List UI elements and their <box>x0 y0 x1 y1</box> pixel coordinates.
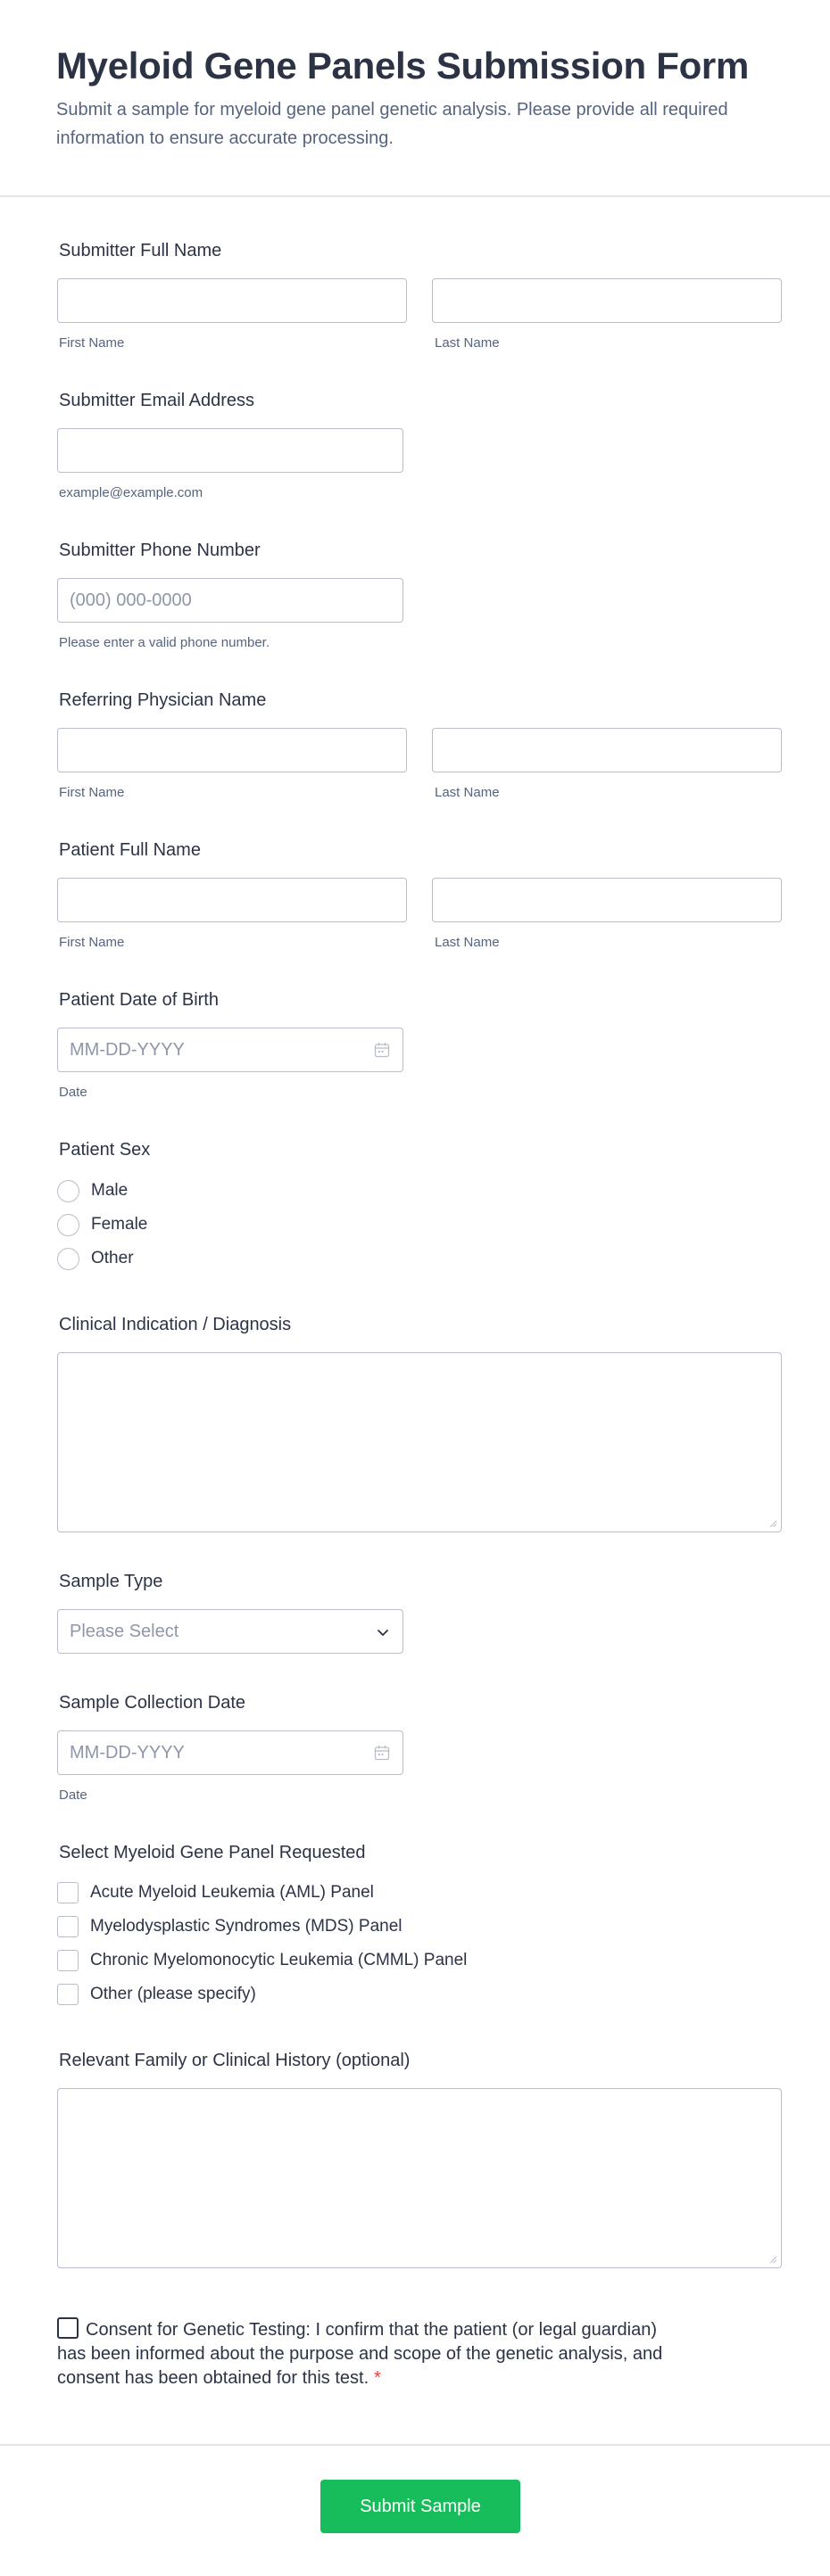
required-mark: * <box>374 2368 381 2388</box>
checkbox-option-label: Other (please specify) <box>90 1985 256 2003</box>
checkbox[interactable] <box>57 1882 79 1903</box>
submitter-first-name-input[interactable] <box>57 278 407 323</box>
patient-last-name-input[interactable] <box>432 878 782 922</box>
consent-text: Consent for Genetic Testing: I confirm t… <box>57 2320 663 2388</box>
checkbox-option-label: Acute Myeloid Leukemia (AML) Panel <box>90 1883 374 1902</box>
sample-type-label: Sample Type <box>59 1572 163 1591</box>
patient-sex-label: Patient Sex <box>59 1140 151 1160</box>
history-textarea[interactable] <box>57 2088 782 2268</box>
resize-handle-icon[interactable] <box>768 1519 777 1528</box>
patient-name-label: Patient Full Name <box>59 840 201 860</box>
collection-date-input[interactable]: MM-DD-YYYY <box>57 1730 403 1775</box>
collection-date-placeholder: MM-DD-YYYY <box>70 1742 185 1763</box>
clinical-indication-label: Clinical Indication / Diagnosis <box>59 1315 292 1334</box>
radio-option-label: Other <box>91 1249 134 1267</box>
checkbox[interactable] <box>57 1950 79 1971</box>
form-header: Myeloid Gene Panels Submission Form Subm… <box>0 0 830 197</box>
patient-dob-sublabel: Date <box>59 1085 87 1100</box>
checkbox-option-mds[interactable]: Myelodysplastic Syndromes (MDS) Panel <box>57 1915 403 1938</box>
chevron-down-icon <box>378 1630 388 1636</box>
radio-option-label: Female <box>91 1215 148 1234</box>
form-footer: Submit Sample <box>0 2444 830 2576</box>
form-page: Myeloid Gene Panels Submission Form Subm… <box>0 0 830 2576</box>
patient-dob-label: Patient Date of Birth <box>59 990 219 1010</box>
consent-field: Consent for Genetic Testing: I confirm t… <box>57 2317 682 2390</box>
checkbox-option-aml[interactable]: Acute Myeloid Leukemia (AML) Panel <box>57 1881 374 1904</box>
patient-first-name-sublabel: First Name <box>59 935 125 950</box>
submitter-email-sublabel: example@example.com <box>59 485 203 500</box>
collection-date-label: Sample Collection Date <box>59 1693 245 1713</box>
calendar-icon[interactable] <box>374 1745 390 1761</box>
patient-dob-input[interactable]: MM-DD-YYYY <box>57 1028 403 1072</box>
submitter-phone-label: Submitter Phone Number <box>59 541 261 560</box>
collection-date-sublabel: Date <box>59 1788 87 1803</box>
radio-option-label: Male <box>91 1181 129 1200</box>
physician-name-label: Referring Physician Name <box>59 690 267 710</box>
physician-last-name-sublabel: Last Name <box>435 785 500 800</box>
submitter-last-name-sublabel: Last Name <box>435 335 500 351</box>
resize-handle-icon[interactable] <box>768 2255 777 2264</box>
checkbox-option-label: Chronic Myelomonocytic Leukemia (CMML) P… <box>90 1951 468 1969</box>
calendar-icon[interactable] <box>374 1042 390 1058</box>
gene-panel-label: Select Myeloid Gene Panel Requested <box>59 1843 366 1862</box>
form-description: Submit a sample for myeloid gene panel g… <box>56 100 728 148</box>
checkbox[interactable] <box>57 1984 79 2005</box>
radio-option-female[interactable]: Female <box>57 1212 147 1237</box>
submitter-last-name-input[interactable] <box>432 278 782 323</box>
radio-button[interactable] <box>57 1213 79 1236</box>
clinical-indication-textarea[interactable] <box>57 1352 782 1532</box>
sample-type-select[interactable]: Please Select <box>57 1609 403 1654</box>
checkbox-option-cmml[interactable]: Chronic Myelomonocytic Leukemia (CMML) P… <box>57 1949 467 1972</box>
checkbox-option-other[interactable]: Other (please specify) <box>57 1983 256 2006</box>
physician-first-name-sublabel: First Name <box>59 785 125 800</box>
radio-button[interactable] <box>57 1247 79 1270</box>
submitter-email-label: Submitter Email Address <box>59 391 254 410</box>
patient-first-name-input[interactable] <box>57 878 407 922</box>
submitter-name-label: Submitter Full Name <box>59 241 222 260</box>
submitter-email-input[interactable] <box>57 428 403 473</box>
radio-option-male[interactable]: Male <box>57 1178 128 1203</box>
history-label: Relevant Family or Clinical History (opt… <box>59 2051 411 2070</box>
submitter-phone-placeholder: (000) 000-0000 <box>70 590 192 610</box>
submitter-phone-input[interactable]: (000) 000-0000 <box>57 578 403 623</box>
checkbox-option-label: Myelodysplastic Syndromes (MDS) Panel <box>90 1917 403 1936</box>
radio-button[interactable] <box>57 1179 79 1202</box>
radio-option-other[interactable]: Other <box>57 1246 134 1271</box>
patient-dob-placeholder: MM-DD-YYYY <box>70 1039 185 1060</box>
submit-button[interactable]: Submit Sample <box>320 2480 520 2533</box>
patient-last-name-sublabel: Last Name <box>435 935 500 950</box>
physician-first-name-input[interactable] <box>57 728 407 772</box>
checkbox[interactable] <box>57 1916 79 1937</box>
submitter-first-name-sublabel: First Name <box>59 335 125 351</box>
form-title: Myeloid Gene Panels Submission Form <box>56 45 750 87</box>
consent-checkbox[interactable] <box>57 2317 79 2339</box>
submitter-phone-sublabel: Please enter a valid phone number. <box>59 635 270 650</box>
sample-type-selected-value: Please Select <box>70 1621 179 1641</box>
physician-last-name-input[interactable] <box>432 728 782 772</box>
